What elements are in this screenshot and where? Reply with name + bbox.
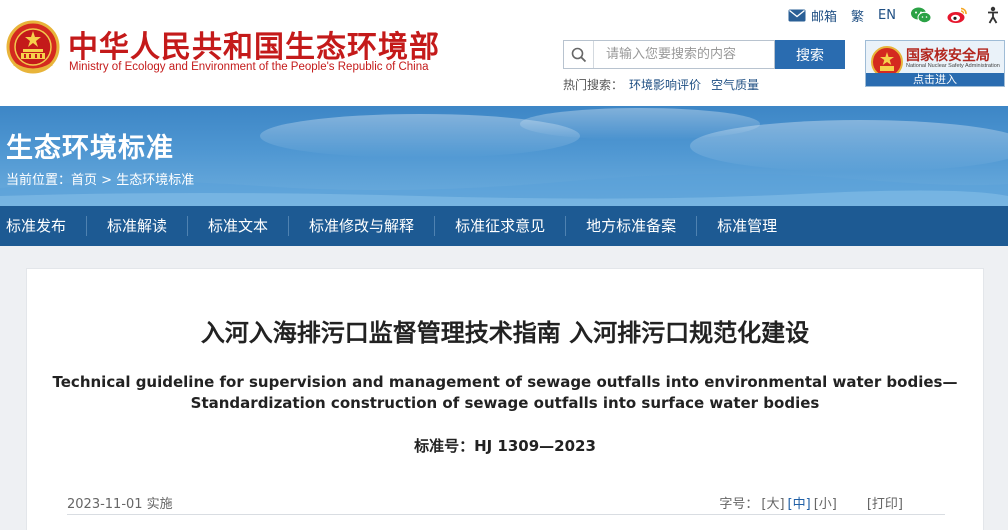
mail-icon <box>788 9 806 21</box>
print-button[interactable]: [打印] <box>867 497 903 512</box>
national-emblem-icon[interactable] <box>6 18 60 76</box>
effective-date: 2023-11-01 实施 <box>67 497 173 512</box>
traditional-chinese-link[interactable]: 繁 <box>851 6 864 25</box>
nnsa-link[interactable]: 国家核安全局 National Nuclear Safety Administr… <box>865 40 1005 87</box>
article-tools: 字号： [大] [中] [小] [打印] <box>719 493 903 512</box>
nav-item-local-filing[interactable]: 地方标准备案 <box>566 206 696 246</box>
font-size-label: 字号： <box>719 497 759 512</box>
breadcrumb-home[interactable]: 首页 <box>71 173 97 188</box>
search-input[interactable] <box>594 41 772 68</box>
breadcrumb-label: 当前位置： <box>6 173 72 188</box>
mail-link[interactable]: 邮箱 <box>788 6 837 25</box>
wechat-icon <box>911 7 932 24</box>
article-title-en: Technical guideline for supervision and … <box>27 372 983 414</box>
article-card: 入河入海排污口监督管理技术指南 入河排污口规范化建设 Technical gui… <box>26 268 984 530</box>
wechat-link[interactable] <box>910 6 932 24</box>
nav-item-release[interactable]: 标准发布 <box>0 206 86 246</box>
accessibility-link[interactable] <box>982 6 1004 24</box>
hot-search-item[interactable]: 环境影响评价 <box>629 78 701 92</box>
breadcrumb-separator: > <box>101 173 113 188</box>
search-icon <box>564 41 594 68</box>
top-links: 邮箱 繁 EN <box>774 6 1004 25</box>
standard-number: 标准号：HJ 1309—2023 <box>414 437 596 455</box>
site-header: 中华人民共和国生态环境部 Ministry of Ecology and Env… <box>0 0 1008 106</box>
hot-search-item[interactable]: 空气质量 <box>711 78 759 92</box>
site-name-en: Ministry of Ecology and Environment of t… <box>69 61 429 73</box>
site-name-cn[interactable]: 中华人民共和国生态环境部 <box>68 22 440 66</box>
main-nav: 标准发布 标准解读 标准文本 标准修改与解释 标准征求意见 地方标准备案 标准管… <box>0 206 1008 246</box>
banner: 生态环境标准 当前位置：首页 > 生态环境标准 <box>0 106 1008 206</box>
font-size-medium[interactable]: [中] <box>788 497 811 512</box>
nav-item-interpretation[interactable]: 标准解读 <box>87 206 187 246</box>
article-meta: 2023-11-01 实施 字号： [大] [中] [小] [打印] <box>67 491 945 515</box>
hot-search: 热门搜索： 环境影响评价 空气质量 <box>563 76 759 93</box>
font-size-small[interactable]: [小] <box>814 497 837 512</box>
weibo-icon <box>947 7 967 23</box>
nnsa-enter-button[interactable]: 点击进入 <box>866 73 1004 86</box>
article-title: 入河入海排污口监督管理技术指南 入河排污口规范化建设 <box>200 319 810 347</box>
weibo-link[interactable] <box>946 6 968 24</box>
nav-item-management[interactable]: 标准管理 <box>697 206 797 246</box>
search-box <box>563 40 775 69</box>
nnsa-name: 国家核安全局 <box>906 48 990 64</box>
breadcrumb-current[interactable]: 生态环境标准 <box>116 173 194 188</box>
page-title: 生态环境标准 <box>6 133 174 164</box>
nav-item-text[interactable]: 标准文本 <box>188 206 288 246</box>
people-icon <box>988 6 998 24</box>
english-link[interactable]: EN <box>878 8 896 23</box>
hot-search-label: 热门搜索： <box>563 78 624 92</box>
search-button[interactable]: 搜索 <box>775 40 845 69</box>
article-title-en-line2: Standardization construction of sewage o… <box>190 394 820 412</box>
font-size-large[interactable]: [大] <box>761 497 784 512</box>
article-title-en-line1: Technical guideline for supervision and … <box>52 373 958 391</box>
nnsa-name-en: National Nuclear Safety Administration <box>906 63 1000 69</box>
nav-item-revision[interactable]: 标准修改与解释 <box>289 206 434 246</box>
breadcrumb: 当前位置：首页 > 生态环境标准 <box>6 169 194 188</box>
nav-item-comments[interactable]: 标准征求意见 <box>435 206 565 246</box>
mail-label: 邮箱 <box>811 9 838 25</box>
